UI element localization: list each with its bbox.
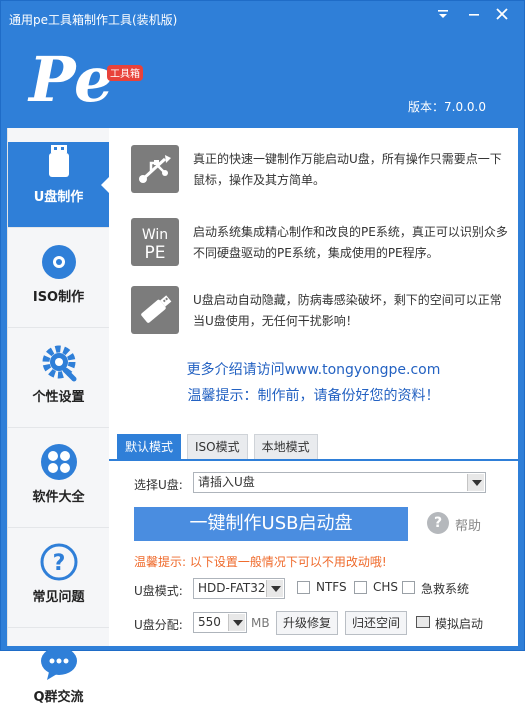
question-icon: ? <box>39 542 79 582</box>
disc-icon <box>39 242 79 282</box>
help-label: 帮助 <box>455 519 482 534</box>
partition-size-select[interactable]: 550 <box>193 612 247 633</box>
close-icon[interactable] <box>493 7 511 25</box>
svg-text:?: ? <box>52 551 65 576</box>
chevron-down-icon <box>467 474 484 491</box>
help-icon: ? <box>427 512 449 534</box>
sidebar-item-label: 常见问题 <box>32 590 85 605</box>
chevron-down-icon <box>266 580 283 597</box>
checkbox-box <box>297 581 310 594</box>
partition-size-value: 550 <box>198 615 221 629</box>
sidebar-item-label: Q群交流 <box>33 690 84 705</box>
sidebar-item-qq-group[interactable]: Q群交流 <box>8 642 109 728</box>
sidebar-item-usb-make[interactable]: U盘制作 <box>8 142 110 228</box>
svg-text:Win: Win <box>142 227 168 243</box>
make-usb-button[interactable]: 一键制作USB启动盘 <box>134 507 408 541</box>
usb-mode-select[interactable]: HDD-FAT32 <box>193 578 285 599</box>
sidebar: U盘制作 ISO制作 个性设置 软件大全 ? 常见问题 Q群交流 <box>7 128 110 705</box>
website-link[interactable]: 更多介绍请访问www.tongyongpe.com <box>109 359 518 379</box>
sidebar-item-personal-settings[interactable]: 个性设置 <box>8 342 109 428</box>
gear-wrench-icon <box>39 342 79 382</box>
mode-tabs: 默认模式 ISO模式 本地模式 <box>117 434 324 460</box>
partition-label: U盘分配: <box>134 618 183 632</box>
sidebar-item-label: 软件大全 <box>32 490 85 505</box>
tab-divider <box>109 459 518 461</box>
win-pe-icon: Win PE <box>131 218 179 266</box>
usb-symbol-icon <box>131 145 179 193</box>
main-content: 真正的快速一键制作万能启动U盘，所有操作只需要点一下鼠标，操作及其方简单。 Wi… <box>109 128 518 646</box>
feature-text: U盘启动自动隐藏，防病毒感染破坏，剩下的空间可以正常当U盘使用，无任何干扰影响！ <box>193 293 502 328</box>
usb-select[interactable]: 请插入U盘 <box>193 472 486 493</box>
feature-text: 真正的快速一键制作万能启动U盘，所有操作只需要点一下鼠标，操作及其方简单。 <box>193 152 502 187</box>
app-window: 通用pe工具箱制作工具(装机版) Pe 工具箱 版本：7.0.0.0 U盘制作 <box>0 0 525 705</box>
feature-one-click: 真正的快速一键制作万能启动U盘，所有操作只需要点一下鼠标，操作及其方简单。 <box>131 145 511 195</box>
feature-pe-system: Win PE 启动系统集成精心制作和改良的PE系统，真正可以识别众多不同硬盘驱动的… <box>131 218 511 268</box>
usb-select-value: 请插入U盘 <box>198 475 255 489</box>
feature-hidden-partition: U盘启动自动隐藏，防病毒感染破坏，剩下的空间可以正常当U盘使用，无任何干扰影响！ <box>131 286 511 336</box>
restore-space-button[interactable]: 归还空间 <box>345 611 408 635</box>
sidebar-item-faq[interactable]: ? 常见问题 <box>8 542 109 628</box>
svg-text:Pe: Pe <box>27 43 113 111</box>
version-label: 版本：7.0.0.0 <box>408 100 486 114</box>
settings-warning: 温馨提示: 以下设置一般情况下可以不用改动哦! <box>134 555 387 569</box>
sidebar-item-label: U盘制作 <box>33 190 84 205</box>
feature-text: 启动系统集成精心制作和改良的PE系统，真正可以识别众多不同硬盘驱动的PE系统，集… <box>193 225 508 260</box>
tab-default-mode[interactable]: 默认模式 <box>117 434 182 460</box>
checkbox-box <box>402 581 415 594</box>
backup-tip: 温馨提示：制作前，请备份好您的资料！ <box>187 388 440 404</box>
minimize-icon[interactable] <box>465 7 483 25</box>
monitor-icon <box>416 616 430 628</box>
chat-bubble-icon <box>39 642 79 682</box>
sidebar-item-software[interactable]: 软件大全 <box>8 442 109 528</box>
tab-iso-mode[interactable]: ISO模式 <box>187 434 248 460</box>
usb-stick-icon <box>131 286 179 334</box>
sidebar-item-label: ISO制作 <box>32 290 85 305</box>
checkbox-label: NTFS <box>316 580 347 594</box>
title-bar: 通用pe工具箱制作工具(装机版) <box>1 1 524 37</box>
sidebar-item-iso-make[interactable]: ISO制作 <box>8 242 109 328</box>
tab-local-mode[interactable]: 本地模式 <box>253 434 318 460</box>
partition-unit: MB <box>251 616 270 630</box>
chevron-down-icon <box>228 614 245 631</box>
checkbox-label: 急救系统 <box>421 582 470 596</box>
apps-grid-icon <box>39 442 79 482</box>
window-title: 通用pe工具箱制作工具(装机版) <box>9 13 178 27</box>
menu-icon[interactable] <box>434 7 452 25</box>
sidebar-item-label: 个性设置 <box>32 390 85 405</box>
simulate-boot-label: 模拟启动 <box>435 617 484 631</box>
pe-logo: Pe 工具箱 <box>27 41 157 116</box>
usb-drive-icon <box>39 142 79 182</box>
select-usb-label: 选择U盘: <box>134 478 183 492</box>
usb-mode-label: U盘模式: <box>134 584 183 598</box>
checkbox-label: CHS <box>373 580 399 594</box>
svg-text:工具箱: 工具箱 <box>110 67 140 80</box>
svg-text:PE: PE <box>145 243 166 263</box>
upgrade-repair-button[interactable]: 升级修复 <box>276 611 339 635</box>
usb-mode-value: HDD-FAT32 <box>198 581 266 595</box>
checkbox-box <box>354 581 367 594</box>
